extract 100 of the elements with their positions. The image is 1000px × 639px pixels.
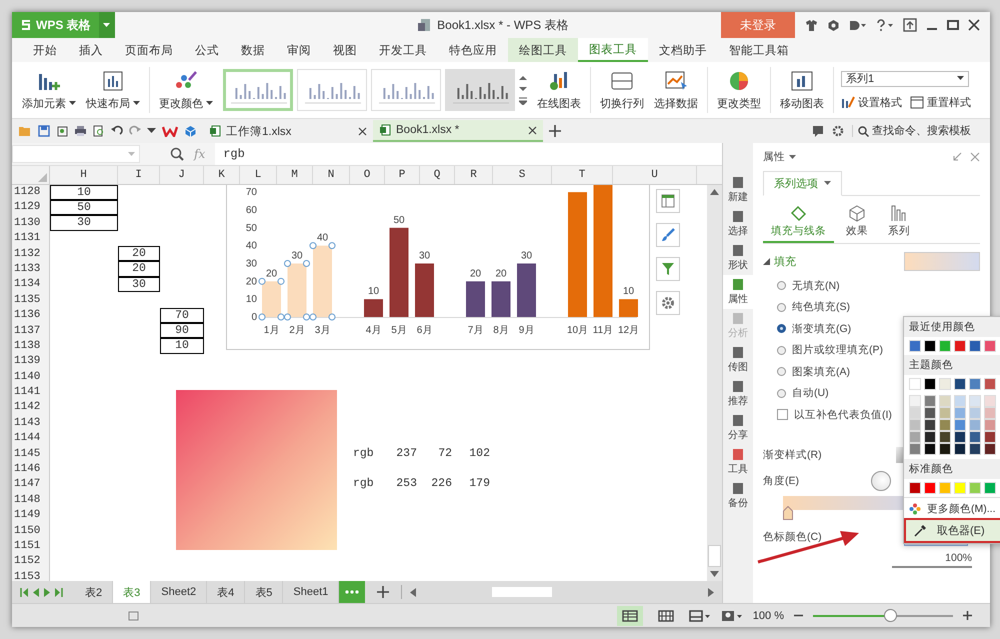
color-swatch[interactable] [924,443,936,455]
side-panel-item[interactable]: 新建 [723,173,753,207]
upload-icon[interactable] [903,18,917,32]
row-header[interactable]: 1130 [12,216,50,232]
color-swatch[interactable] [909,395,921,407]
row-header[interactable]: 1129 [12,200,50,216]
document-tab[interactable]: 工作簿1.xlsx [203,120,373,142]
color-swatch[interactable] [969,340,981,352]
row-header[interactable]: 1140 [12,370,50,386]
menu-tab[interactable]: 页面布局 [114,38,184,62]
side-panel-item[interactable]: 工具 [723,445,753,479]
color-swatch[interactable] [984,419,996,431]
menu-tab[interactable]: 绘图工具 [508,38,578,62]
color-swatch[interactable] [909,340,921,352]
side-panel-item[interactable]: 备份 [723,479,753,513]
row-header[interactable]: 1142 [12,400,50,416]
hexagon-icon[interactable] [827,18,840,32]
scroll-down-icon[interactable] [710,571,719,577]
scrollbar-thumb[interactable] [708,545,721,567]
menu-tab[interactable]: 图表工具 [578,38,648,62]
open-folder-icon[interactable] [18,125,32,137]
color-swatch[interactable] [954,395,966,407]
quick-layout-button[interactable]: 快速布局 [82,70,144,110]
column-header[interactable]: R [455,166,493,184]
row-header[interactable]: 1144 [12,431,50,447]
menu-tab[interactable]: 视图 [322,38,368,62]
column-header[interactable]: M [277,166,313,184]
color-swatch[interactable] [984,407,996,419]
color-swatch[interactable] [984,378,996,390]
color-swatch[interactable] [909,407,921,419]
row-header[interactable]: 1145 [12,446,50,462]
chart-style-thumbnail[interactable] [445,69,515,111]
print-preview-icon[interactable] [93,125,105,137]
maximize-icon[interactable] [947,19,959,31]
chart-style-thumbnail[interactable] [223,69,293,111]
zoom-slider-thumb[interactable] [884,608,898,622]
row-header[interactable]: 1131 [12,231,50,247]
row-header[interactable]: 1153 [12,570,50,581]
online-chart-button[interactable]: 在线图表 [533,70,585,110]
chart-style-thumbnail[interactable] [371,69,441,111]
chat-icon[interactable] [812,125,824,137]
color-swatch[interactable] [984,395,996,407]
switch-row-column-button[interactable]: 切换行列 [596,70,648,110]
reset-style-button[interactable]: 重置样式 [910,94,971,110]
row-header[interactable]: 1132 [12,246,50,262]
column-header[interactable]: S [493,166,552,184]
color-swatch[interactable] [924,395,936,407]
dropdown-caret-icon[interactable] [147,128,156,134]
column-header[interactable]: Q [420,166,455,184]
row-header[interactable]: 1134 [12,277,50,293]
color-swatch[interactable] [984,443,996,455]
color-swatch[interactable] [939,395,951,407]
print-icon[interactable] [74,125,87,137]
first-sheet-icon[interactable] [20,588,28,596]
menu-tab[interactable]: 文档助手 [648,38,718,62]
add-element-button[interactable]: 添加元素 [18,70,80,110]
next-sheet-icon[interactable] [44,588,50,596]
row-header[interactable]: 1137 [12,324,50,339]
row-header[interactable]: 1148 [12,492,50,508]
column-header[interactable]: H [50,166,118,184]
color-swatch[interactable] [909,378,921,390]
scroll-left-icon[interactable] [410,588,416,596]
fill-option-radio[interactable]: 无填充(N) [763,275,980,296]
row-header[interactable]: 1128 [12,185,50,200]
menu-tab[interactable]: 插入 [68,38,114,62]
chart-style-thumbnail[interactable] [297,69,367,111]
row-header[interactable]: 1146 [12,462,50,478]
caret-icon[interactable] [789,154,796,160]
column-header[interactable]: I [118,166,160,184]
fill-option-radio[interactable]: 自动(U) [763,382,980,404]
chart-filter-tool[interactable] [656,257,680,281]
column-header[interactable]: T [552,166,613,184]
side-panel-item[interactable]: 属性 [723,275,753,309]
row-header[interactable]: 1135 [12,292,50,308]
column-header[interactable]: U [613,166,697,184]
panel-subtab[interactable]: 效果 [838,202,876,243]
color-swatch[interactable] [909,419,921,431]
menu-tab[interactable]: 开发工具 [368,38,438,62]
previous-sheet-icon[interactable] [33,588,39,596]
document-tab[interactable]: Book1.xlsx * [373,120,543,142]
panel-subtab[interactable]: 填充与线条 [763,202,834,243]
normal-view-button[interactable] [616,606,643,626]
row-header[interactable]: 1133 [12,262,50,278]
chart-elements-tool[interactable] [656,189,680,213]
panel-tab[interactable]: 系列选项 [763,171,842,196]
side-panel-item[interactable]: 选择 [723,207,753,241]
row-header[interactable]: 1138 [12,338,50,354]
scroll-down-icon[interactable] [519,86,527,92]
color-swatch[interactable] [984,340,996,352]
shirt-icon[interactable] [805,18,818,32]
w-logo-icon[interactable] [162,125,178,137]
scroll-up-icon[interactable] [519,75,527,81]
redo-icon[interactable] [129,125,141,137]
row-header[interactable]: 1143 [12,416,50,432]
column-header[interactable]: N [313,166,350,184]
row-header[interactable]: 1152 [12,554,50,570]
help-icon[interactable] [876,18,894,32]
scroll-right-icon[interactable] [708,588,714,596]
close-icon[interactable] [528,126,537,134]
scroll-up-icon[interactable] [710,189,719,195]
